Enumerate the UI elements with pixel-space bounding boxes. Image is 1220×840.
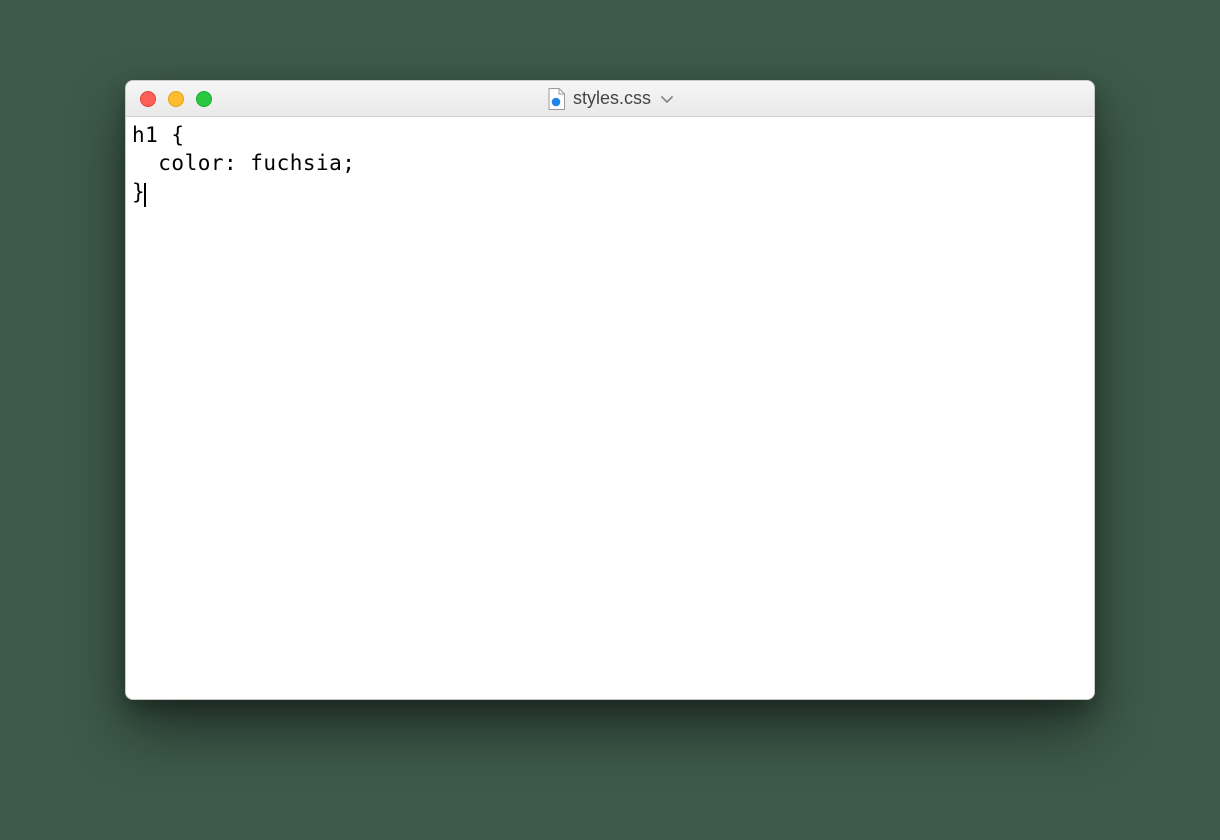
chevron-down-icon[interactable] — [661, 91, 673, 107]
window-traffic-lights — [126, 91, 212, 107]
titlebar[interactable]: styles.css — [126, 81, 1094, 117]
window-title-area[interactable]: styles.css — [547, 88, 673, 110]
editor-text-area[interactable]: h1 { color: fuchsia; } — [126, 117, 1094, 699]
zoom-button[interactable] — [196, 91, 212, 107]
code-line: color: fuchsia; — [132, 151, 355, 175]
css-file-icon — [547, 88, 565, 110]
minimize-button[interactable] — [168, 91, 184, 107]
window-title: styles.css — [573, 88, 651, 109]
close-button[interactable] — [140, 91, 156, 107]
editor-window: styles.css h1 { color: fuchsia; } — [125, 80, 1095, 700]
text-cursor — [144, 183, 146, 207]
code-line: h1 { — [132, 123, 185, 147]
